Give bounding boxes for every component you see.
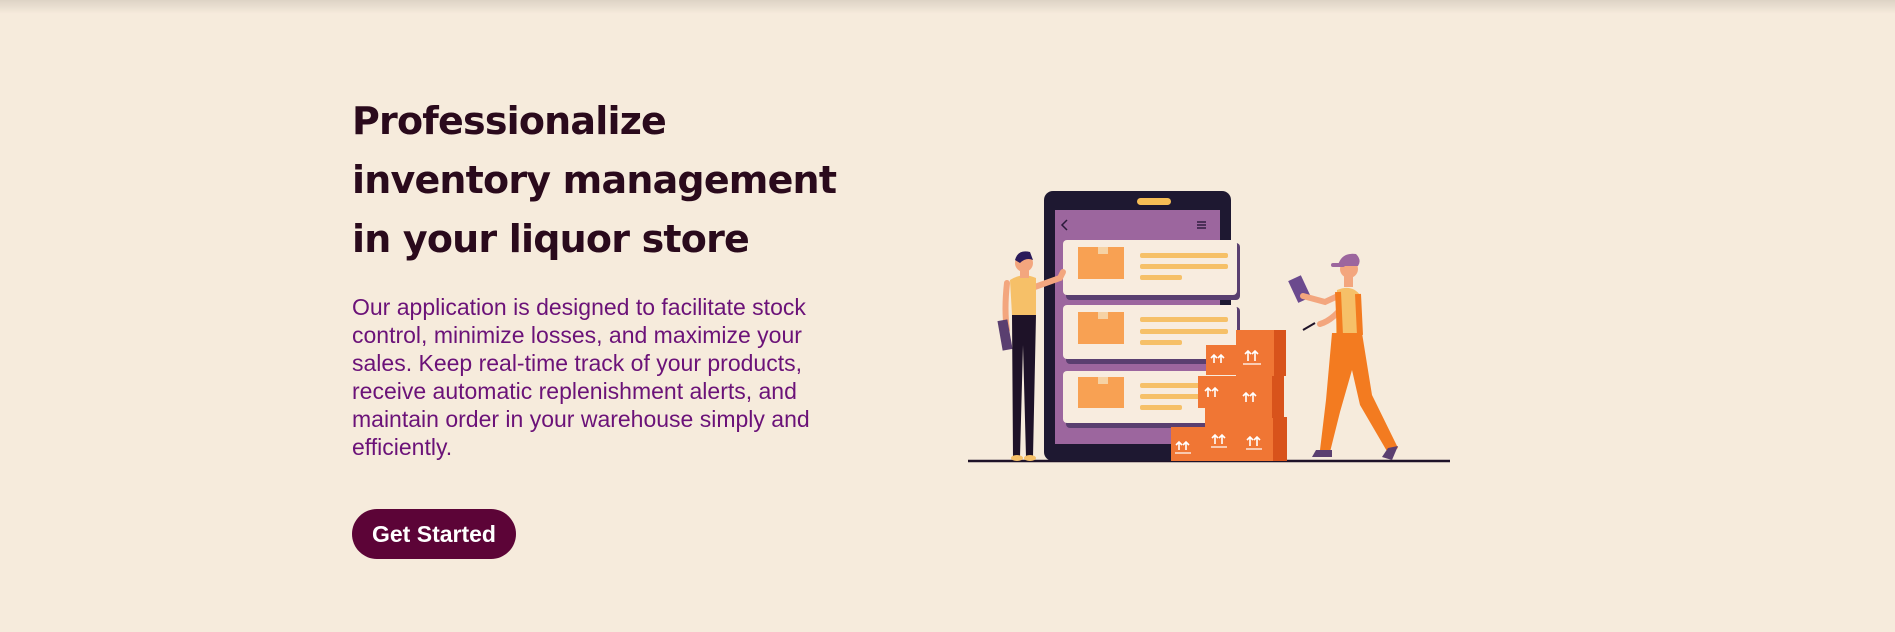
- inventory-card: [1063, 240, 1240, 300]
- header-shadow: [0, 0, 1895, 14]
- inventory-illustration: [968, 191, 1450, 463]
- hero-section: Professionalize inventory management in …: [352, 92, 872, 559]
- get-started-button[interactable]: Get Started: [352, 509, 516, 559]
- worker-right: [1288, 253, 1398, 460]
- hero-title: Professionalize inventory management in …: [352, 99, 837, 261]
- tablet-speaker: [1137, 198, 1171, 205]
- hero-description: Our application is designed to facilitat…: [352, 294, 810, 460]
